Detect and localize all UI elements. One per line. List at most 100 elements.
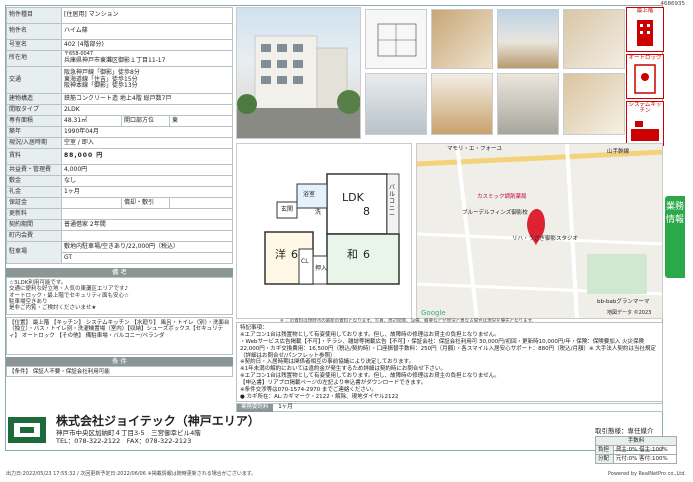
spec-row: 保証金 償却・敷引 <box>6 197 233 209</box>
auto-lock-badge: オートロック <box>626 54 664 99</box>
spec-row: 駐車場 敷地内駐車場/空きあり/22,000円（税込） <box>6 241 233 264</box>
top-floor-badge: 最上階 <box>626 7 664 52</box>
address: 兵庫県神戸市東灘区御影１丁目11-17 <box>64 56 166 64</box>
western-room-size: 6 <box>291 248 298 261</box>
spec-label: 交通 <box>6 66 62 94</box>
fee-value: 貸主:0% 借主:100% <box>612 445 678 456</box>
notes-line: ※条件交渉等は070-1574-2970 までご連絡ください。 <box>240 386 377 393</box>
exterior-photo <box>497 9 559 69</box>
building-illustration <box>237 35 360 138</box>
spec-row: 更新料 <box>6 208 233 220</box>
spec-value: [住居用] マンション <box>61 7 233 24</box>
badge-label: システムキッチン <box>628 102 662 115</box>
spec-label: 駐車場 <box>6 241 62 264</box>
japanese-room-size: 6 <box>363 248 370 261</box>
spec-value: 4,000円 <box>61 164 233 176</box>
agent-name: 株式会社ジョイテック（神戸エリア） <box>56 413 260 428</box>
spec-value: 1ヶ月 <box>61 186 233 198</box>
spec-value: 普通借家 2年間 <box>61 219 233 231</box>
spec-value <box>61 208 233 220</box>
spec-label: 所在地 <box>6 50 62 67</box>
building-icon <box>637 20 653 47</box>
spec-row: 専有面積 48.31㎡ 開口部方位東 <box>6 115 233 127</box>
fee-label: 分配 <box>595 454 614 465</box>
kitchen-photo <box>431 73 493 135</box>
spec-label: 間取タイプ <box>6 104 62 116</box>
fee-box: 取引態様：専任媒介 手数料 負担 貸主:0% 借主:100% 分配 元付:0% 客付… <box>595 427 678 465</box>
spec-label: 号室名 <box>6 39 62 51</box>
bath-label: 浴室 <box>303 191 316 198</box>
remarks-section: 備 考 ☆3LDK利用可能です。 交通に便利な好立地・人気の東灘区エリアです♪ … <box>6 268 233 377</box>
spec-value: 東 <box>169 115 233 127</box>
spec-row: 敷金 なし <box>6 175 233 187</box>
floorplan-thumb <box>365 9 427 69</box>
ldk-size: 8 <box>363 205 370 218</box>
spec-label: 賃料 <box>6 148 62 165</box>
map-label: リハ・うさぎ御影スタジオ <box>512 236 579 242</box>
balcony-label: バルコニー <box>389 184 396 219</box>
spec-label: 保証金 <box>6 197 62 209</box>
spec-row: 号室名 402 (4階部分) <box>6 39 233 51</box>
spec-table: 物件種目 [住居用] マンション 物件名 ハイム篠 号室名 402 (4階部分) 所在… <box>6 7 233 264</box>
spec-row: 物件種目 [住居用] マンション <box>6 7 233 24</box>
spec-label: 償却・敷引 <box>121 197 170 209</box>
special-notes: 特記事項： ※エアコン1台は残置物として有姿使用しております。但し、故障時の修理… <box>236 322 663 402</box>
closet-label: 押入 <box>315 265 328 272</box>
map-label: bb-babグランマーマ <box>597 299 650 305</box>
footer-date: 出力日:2022/05/23 17:55:32 / 次回更新予定日:2022/0… <box>6 471 257 477</box>
bathroom-photo <box>365 73 427 135</box>
spec-label: 築年 <box>6 126 62 138</box>
spec-label: 礼金 <box>6 186 62 198</box>
fee-value: 元付:0% 客付:100% <box>612 454 678 465</box>
spec-row: 町内会費 <box>6 230 233 242</box>
spec-value <box>61 197 122 209</box>
spec-row: 間取タイプ 2LDK <box>6 104 233 116</box>
interior-photo <box>563 9 625 69</box>
spec-label: 開口部方位 <box>121 115 170 127</box>
lock-icon <box>634 64 656 95</box>
spec-value: GT <box>61 252 233 264</box>
remarks-title: 備 考 <box>6 268 233 277</box>
business-info-tab[interactable]: 業務情報 <box>665 196 685 278</box>
spec-value <box>61 230 233 242</box>
spec-label: 契約期間 <box>6 219 62 231</box>
building-photo <box>236 7 361 139</box>
property-name: ハイム篠 <box>61 23 233 40</box>
rent-value: 88,000 円 <box>61 148 233 165</box>
agent-block: 株式会社ジョイテック（神戸エリア） 神戸市中央区加納町４丁目3-5 三宮御幸ビル… <box>6 413 260 447</box>
spec-label: 更新料 <box>6 208 62 220</box>
spec-label: 物件名 <box>6 23 62 40</box>
spec-value: なし <box>61 175 233 187</box>
access-line: 阪神本線「御影」徒歩13分 <box>64 82 138 90</box>
spec-row: 礼金 1ヶ月 <box>6 186 233 198</box>
spec-value: 48.31㎡ <box>61 115 122 127</box>
area-map[interactable]: マモリ・エ・フォーユ 山手幹線 カスミック調剤薬局 ブルーデルフィンズ御影校 リ… <box>416 143 663 319</box>
entrance-label: 玄関 <box>281 206 294 213</box>
features-box: 【位置】 最上階 【キッチン】 システムキッチン 【水廻り】 風呂・トイレ（別）… <box>6 317 233 355</box>
spec-label: 共益費・管理費 <box>6 164 62 176</box>
footer: 出力日:2022/05/23 17:55:32 / 次回更新予定日:2022/0… <box>6 471 686 478</box>
notes-line: ※エアコン1台は残置物として有姿使用しております。但し、故障時の修理はお貸主の負… <box>240 331 500 338</box>
notes-line: ● カギ所在：AL:カギマーク・2122・解除、現地ダイヤル2122 <box>240 393 399 400</box>
google-logo: Google <box>421 309 446 317</box>
commission-value: 1ヶ月 <box>278 404 293 410</box>
notes-title: 特記事項： <box>240 325 268 331</box>
transaction-type: 取引態様：専任媒介 <box>595 427 654 435</box>
spec-value: 402 (4階部分) <box>61 39 233 51</box>
spec-row: 交通 阪急神戸線「御影」徒歩8分 東海道線「住吉」徒歩15分 阪神本線「御影」徒歩13… <box>6 66 233 94</box>
spec-value: 鉄筋コンクリート造 地上4階 総戸数7戸 <box>61 93 233 105</box>
fee-label: 負担 <box>595 445 614 456</box>
system-kitchen-badge: システムキッチン <box>626 101 664 146</box>
spec-label: 建物構造 <box>6 93 62 105</box>
remarks-line: 是非ご内覧・ご検討くださいませ★ <box>9 305 97 312</box>
document-id: 4686935 <box>660 1 686 7</box>
spec-row: 所在地 〒658-0047 兵庫県神戸市東灘区御影１丁目11-17 <box>6 50 233 67</box>
spec-label: 専有面積 <box>6 115 62 127</box>
spec-row: 現況/入居時期 空室 / 即入 <box>6 137 233 149</box>
spec-value: 空室 / 即入 <box>61 137 233 149</box>
commission-row: 業務委託料 1ヶ月 <box>236 403 663 412</box>
remarks-box: ☆3LDK利用可能です。 交通に便利な好立地・人気の東灘区エリアです♪ オートロ… <box>6 277 233 315</box>
map-label: 山手幹線 <box>607 149 630 155</box>
spec-row: 建物構造 鉄筋コンクリート造 地上4階 総戸数7戸 <box>6 93 233 105</box>
spec-value: 2LDK <box>61 104 233 116</box>
